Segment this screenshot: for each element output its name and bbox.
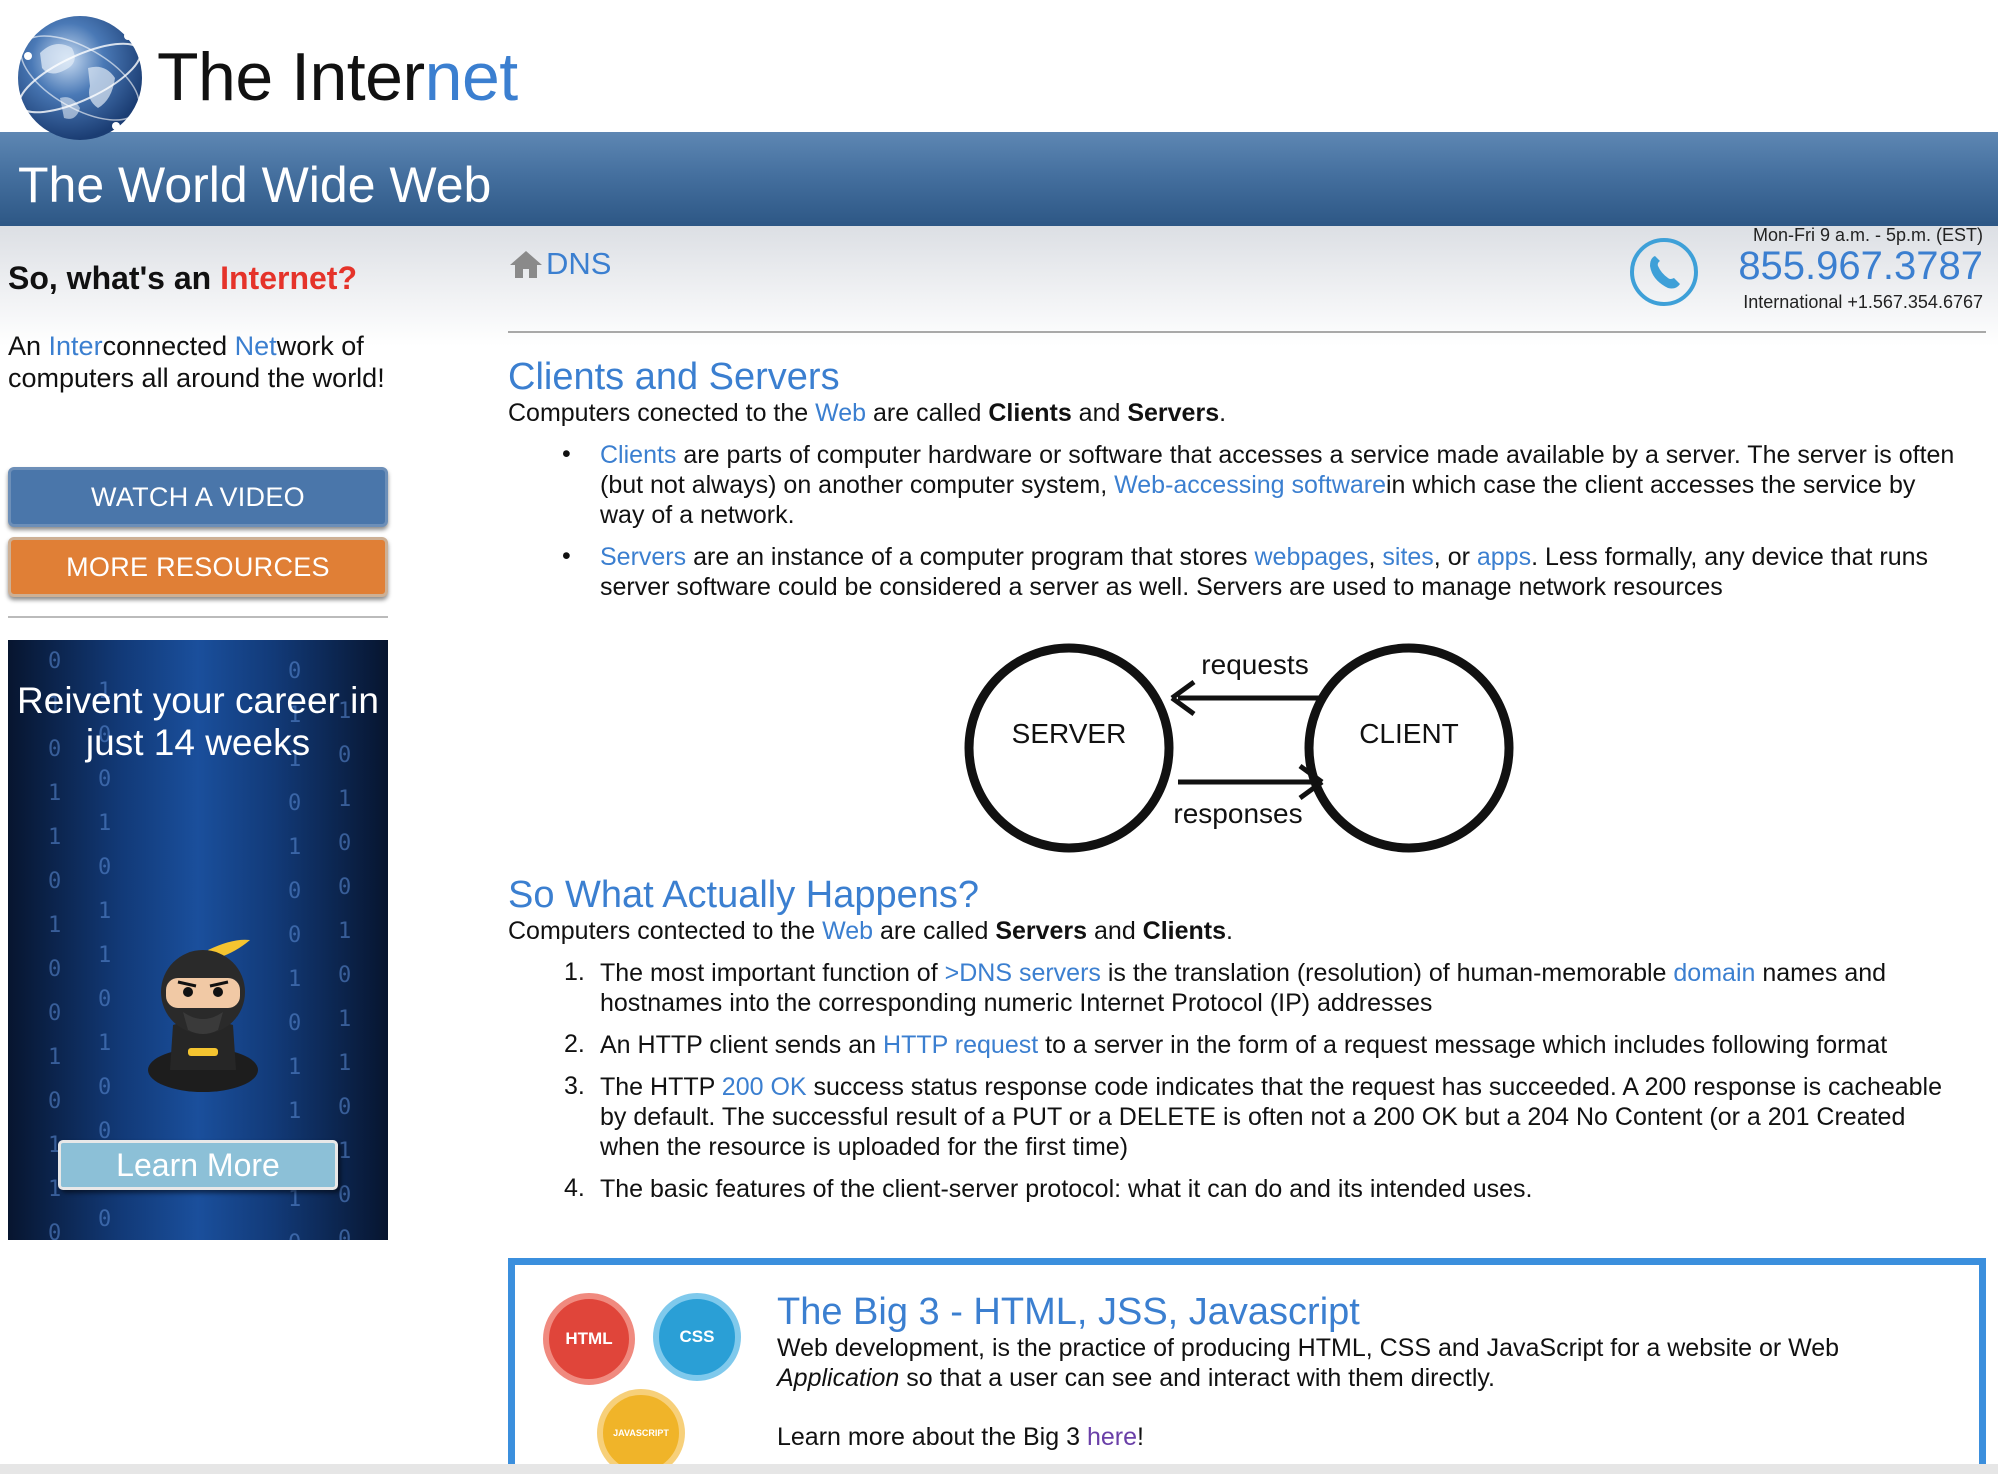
- web-link[interactable]: Web: [822, 917, 873, 945]
- list-number: 2.: [564, 1030, 585, 1058]
- desc-text: An: [8, 331, 49, 361]
- responses-label: responses: [1173, 798, 1302, 829]
- list-item: Clients are parts of computer hardware o…: [600, 440, 1960, 530]
- bullet-marker: •: [562, 542, 571, 570]
- desc-inter-link[interactable]: Inter: [49, 331, 103, 361]
- big3-emphasis: Application: [777, 1364, 900, 1392]
- big3-callout: HTML CSS JAVASCRIPT The Big 3 - HTML, JS…: [508, 1258, 1986, 1474]
- intro-text: Computers contected to the: [508, 917, 823, 945]
- intro-bold: Clients: [988, 399, 1072, 427]
- intro-text: are called: [873, 917, 996, 945]
- list-number: 4.: [564, 1174, 585, 1202]
- section-title-what-happens: So What Actually Happens?: [508, 874, 980, 916]
- ninja-mascot-icon: [148, 939, 258, 1092]
- javascript-badge-icon: JAVASCRIPT: [597, 1389, 685, 1474]
- intro-text: and: [1071, 399, 1128, 427]
- desc-net-link[interactable]: Net: [235, 331, 277, 361]
- intro-bold: Servers: [995, 917, 1088, 945]
- main-divider: [508, 331, 1986, 333]
- site-title[interactable]: The Internet: [157, 38, 518, 116]
- bullet-marker: •: [562, 440, 571, 468]
- list-text: is the translation (resolution) of human…: [1100, 959, 1674, 987]
- webpages-link[interactable]: webpages: [1255, 543, 1369, 571]
- page-banner: The World Wide Web: [0, 132, 1998, 226]
- list-number: 3.: [564, 1072, 585, 1100]
- big3-here-link[interactable]: here: [1087, 1423, 1137, 1451]
- phone-number[interactable]: 855.967.3787: [1738, 244, 1983, 289]
- list-text: An HTTP client sends an: [600, 1031, 884, 1059]
- web-link[interactable]: Web: [815, 399, 866, 427]
- more-resources-button[interactable]: MORE RESOURCES: [8, 537, 388, 597]
- list-number: 1.: [564, 958, 585, 986]
- ad-headline: Reivent your career in just 14 weeks: [17, 680, 379, 763]
- breadcrumb[interactable]: DNS: [508, 246, 611, 282]
- domain-link[interactable]: domain: [1673, 959, 1755, 987]
- list-item: The most important function of >DNS serv…: [600, 958, 1960, 1018]
- section1-intro: Computers conected to the Web are called…: [508, 398, 1226, 428]
- client-label: CLIENT: [1359, 718, 1459, 749]
- server-label: SERVER: [1012, 718, 1127, 749]
- list-text: The most important function of: [600, 959, 945, 987]
- html5-badge-icon: HTML: [543, 1293, 635, 1385]
- intro-bold: Servers: [1127, 399, 1220, 427]
- site-title-suffix: net: [424, 39, 519, 115]
- list-item: An HTTP client sends an HTTP request to …: [600, 1030, 1960, 1060]
- site-title-prefix: The Inter: [157, 39, 425, 115]
- list-item: The basic features of the client-server …: [600, 1174, 1960, 1204]
- section2-intro: Computers contected to the Web are calle…: [508, 916, 1233, 946]
- servers-link[interactable]: Servers: [600, 543, 686, 571]
- list-text: are an instance of a computer program th…: [686, 543, 1255, 571]
- international-phone: International +1.567.354.6767: [1743, 292, 1983, 312]
- list-text: The HTTP: [600, 1073, 722, 1101]
- intro-bold: Clients: [1142, 917, 1227, 945]
- big3-text: Web development, is the practice of prod…: [777, 1334, 1840, 1362]
- client-server-diagram: SERVER CLIENT requests responses: [964, 643, 1514, 853]
- apps-link[interactable]: apps: [1477, 543, 1531, 571]
- sidebar-question-text: So, what's an: [8, 260, 221, 296]
- big3-more-text: !: [1136, 1423, 1144, 1451]
- intro-text: .: [1226, 917, 1233, 945]
- list-text: ,: [1368, 543, 1383, 571]
- list-item: Servers are an instance of a computer pr…: [600, 542, 1960, 602]
- big3-title: The Big 3 - HTML, JSS, Javascript: [777, 1291, 1360, 1333]
- http-request-link[interactable]: HTTP request: [883, 1031, 1038, 1059]
- list-item: The HTTP 200 OK success status response …: [600, 1072, 1960, 1162]
- learn-more-button[interactable]: Learn More: [58, 1140, 338, 1190]
- phone-icon[interactable]: [1628, 236, 1700, 308]
- dns-servers-link[interactable]: >DNS servers: [945, 959, 1101, 987]
- banner-title: The World Wide Web: [18, 157, 492, 213]
- breadcrumb-label[interactable]: DNS: [546, 246, 611, 282]
- section-title-clients-servers: Clients and Servers: [508, 356, 840, 398]
- big3-learn-more: Learn more about the Big 3 here!: [777, 1423, 1144, 1452]
- sites-link[interactable]: sites: [1382, 543, 1433, 571]
- sidebar-question-highlight: Internet?: [220, 260, 357, 296]
- scroll-edge: [0, 1464, 1998, 1474]
- watch-video-button[interactable]: WATCH A VIDEO: [8, 467, 388, 527]
- globe-icon[interactable]: [10, 8, 150, 148]
- big3-text: so that a user can see and interact with…: [899, 1364, 1495, 1392]
- list-text: , or: [1433, 543, 1477, 571]
- css3-badge-icon: CSS: [653, 1293, 741, 1381]
- sidebar-question: So, what's an Internet?: [8, 260, 357, 297]
- career-ad[interactable]: 0101101001011010 1001011010010110 011010…: [8, 640, 388, 1240]
- requests-label: requests: [1201, 649, 1308, 680]
- list-text: to a server in the form of a request mes…: [1038, 1031, 1888, 1059]
- ad-code-decoration: 1010010110100101: [338, 699, 352, 1240]
- intro-text: .: [1219, 399, 1227, 427]
- sidebar-description: An Interconnected Network of computers a…: [8, 330, 388, 394]
- sidebar-divider: [8, 616, 388, 618]
- big3-description: Web development, is the practice of prod…: [777, 1333, 1927, 1393]
- 200-ok-link[interactable]: 200 OK: [722, 1073, 807, 1101]
- intro-text: Computers conected to the: [508, 399, 816, 427]
- home-icon[interactable]: [508, 248, 544, 280]
- desc-text: connected: [102, 331, 235, 361]
- big3-more-text: Learn more about the Big 3: [777, 1423, 1087, 1451]
- intro-text: and: [1087, 917, 1143, 945]
- list-text: The basic features of the client-server …: [600, 1175, 1533, 1203]
- intro-text: are called: [866, 399, 989, 427]
- business-hours: Mon-Fri 9 a.m. - 5p.m. (EST): [1752, 225, 1983, 245]
- web-accessing-software-link[interactable]: Web-accessing software: [1114, 471, 1386, 499]
- clients-link[interactable]: Clients: [600, 441, 676, 469]
- top-header: The Internet: [0, 0, 1998, 140]
